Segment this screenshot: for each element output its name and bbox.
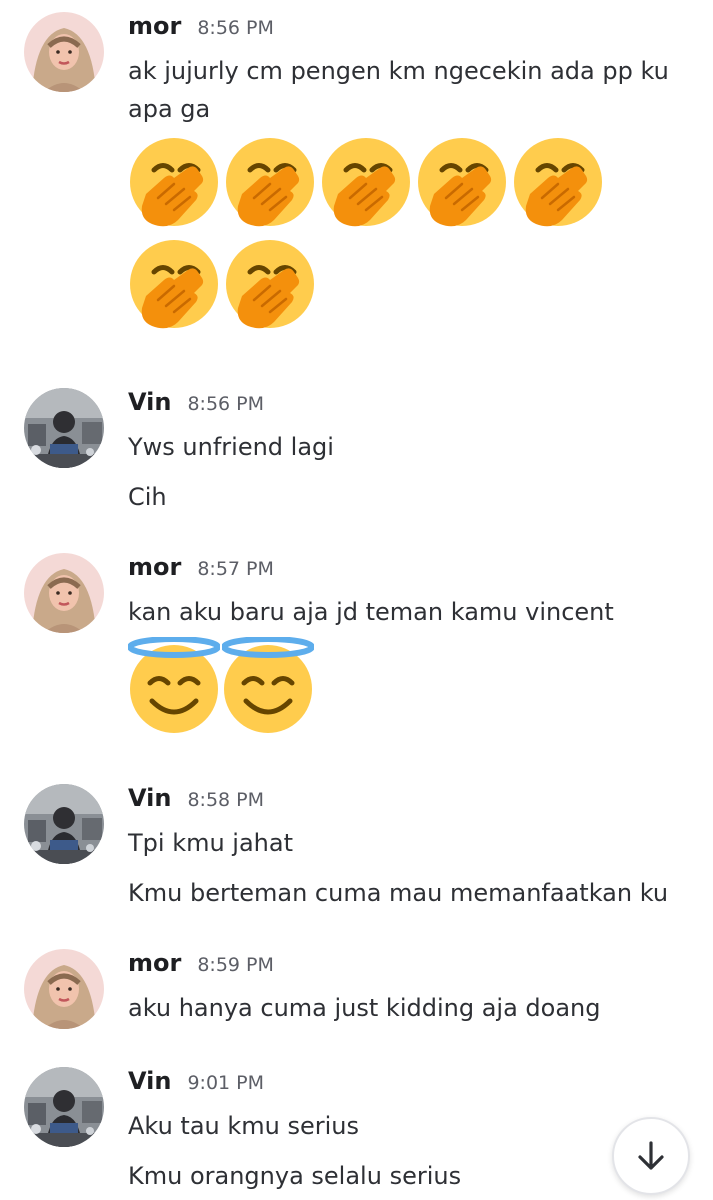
message-text: Tpi kmu jahat xyxy=(128,829,294,857)
timestamp: 8:59 PM xyxy=(197,954,274,976)
message-header: mor 8:56 PM xyxy=(128,12,693,52)
username[interactable]: mor xyxy=(128,12,181,40)
timestamp: 8:56 PM xyxy=(197,17,274,39)
message-text: Kmu berteman cuma mau memanfaatkan ku xyxy=(128,879,669,907)
face-with-hand-over-mouth-icon xyxy=(416,138,508,234)
face-with-hand-over-mouth-icon xyxy=(128,138,220,234)
timestamp: 8:58 PM xyxy=(187,789,265,811)
avatar[interactable] xyxy=(24,784,104,864)
username[interactable]: Vin xyxy=(128,784,171,812)
message-text: Cih xyxy=(128,483,167,511)
avatar[interactable] xyxy=(24,388,104,468)
timestamp: 8:56 PM xyxy=(187,393,265,415)
username[interactable]: mor xyxy=(128,553,181,581)
smiling-face-with-halo-icon xyxy=(222,637,314,733)
avatar[interactable] xyxy=(24,1067,104,1147)
timestamp: 8:57 PM xyxy=(197,558,274,580)
emoji-row xyxy=(128,138,693,234)
username[interactable]: Vin xyxy=(128,1067,171,1095)
avatar[interactable] xyxy=(24,949,104,1029)
face-with-hand-over-mouth-icon xyxy=(320,138,412,234)
message-header: mor 8:59 PM xyxy=(128,949,693,989)
message-text: Aku tau kmu serius xyxy=(128,1112,360,1140)
emoji-row xyxy=(128,240,693,336)
username[interactable]: mor xyxy=(128,949,181,977)
smiling-face-with-halo-icon xyxy=(128,637,220,733)
message-text: Kmu orangnya selalu serius xyxy=(128,1162,462,1190)
message-header: Vin 8:58 PM xyxy=(128,784,693,824)
arrow-down-icon xyxy=(638,1141,664,1170)
timestamp: 9:01 PM xyxy=(187,1072,265,1094)
message-text: kan aku baru aja jd teman kamu vincent xyxy=(128,598,614,626)
face-with-hand-over-mouth-icon xyxy=(512,138,604,234)
message-text: apa ga xyxy=(128,95,211,123)
face-with-hand-over-mouth-icon xyxy=(224,138,316,234)
emoji-row xyxy=(128,637,693,733)
message-text: ak jujurly cm pengen km ngecekin ada pp … xyxy=(128,57,669,85)
message-header: Vin 9:01 PM xyxy=(128,1067,693,1107)
message-text: Yws unfriend lagi xyxy=(128,433,334,461)
message-text: aku hanya cuma just kidding aja doang xyxy=(128,994,601,1022)
scroll-to-bottom-button[interactable] xyxy=(612,1117,690,1195)
avatar[interactable] xyxy=(24,553,104,633)
username[interactable]: Vin xyxy=(128,388,171,416)
message-header: mor 8:57 PM xyxy=(128,553,693,593)
avatar[interactable] xyxy=(24,12,104,92)
face-with-hand-over-mouth-icon xyxy=(128,240,220,336)
message-header: Vin 8:56 PM xyxy=(128,388,693,428)
face-with-hand-over-mouth-icon xyxy=(224,240,316,336)
